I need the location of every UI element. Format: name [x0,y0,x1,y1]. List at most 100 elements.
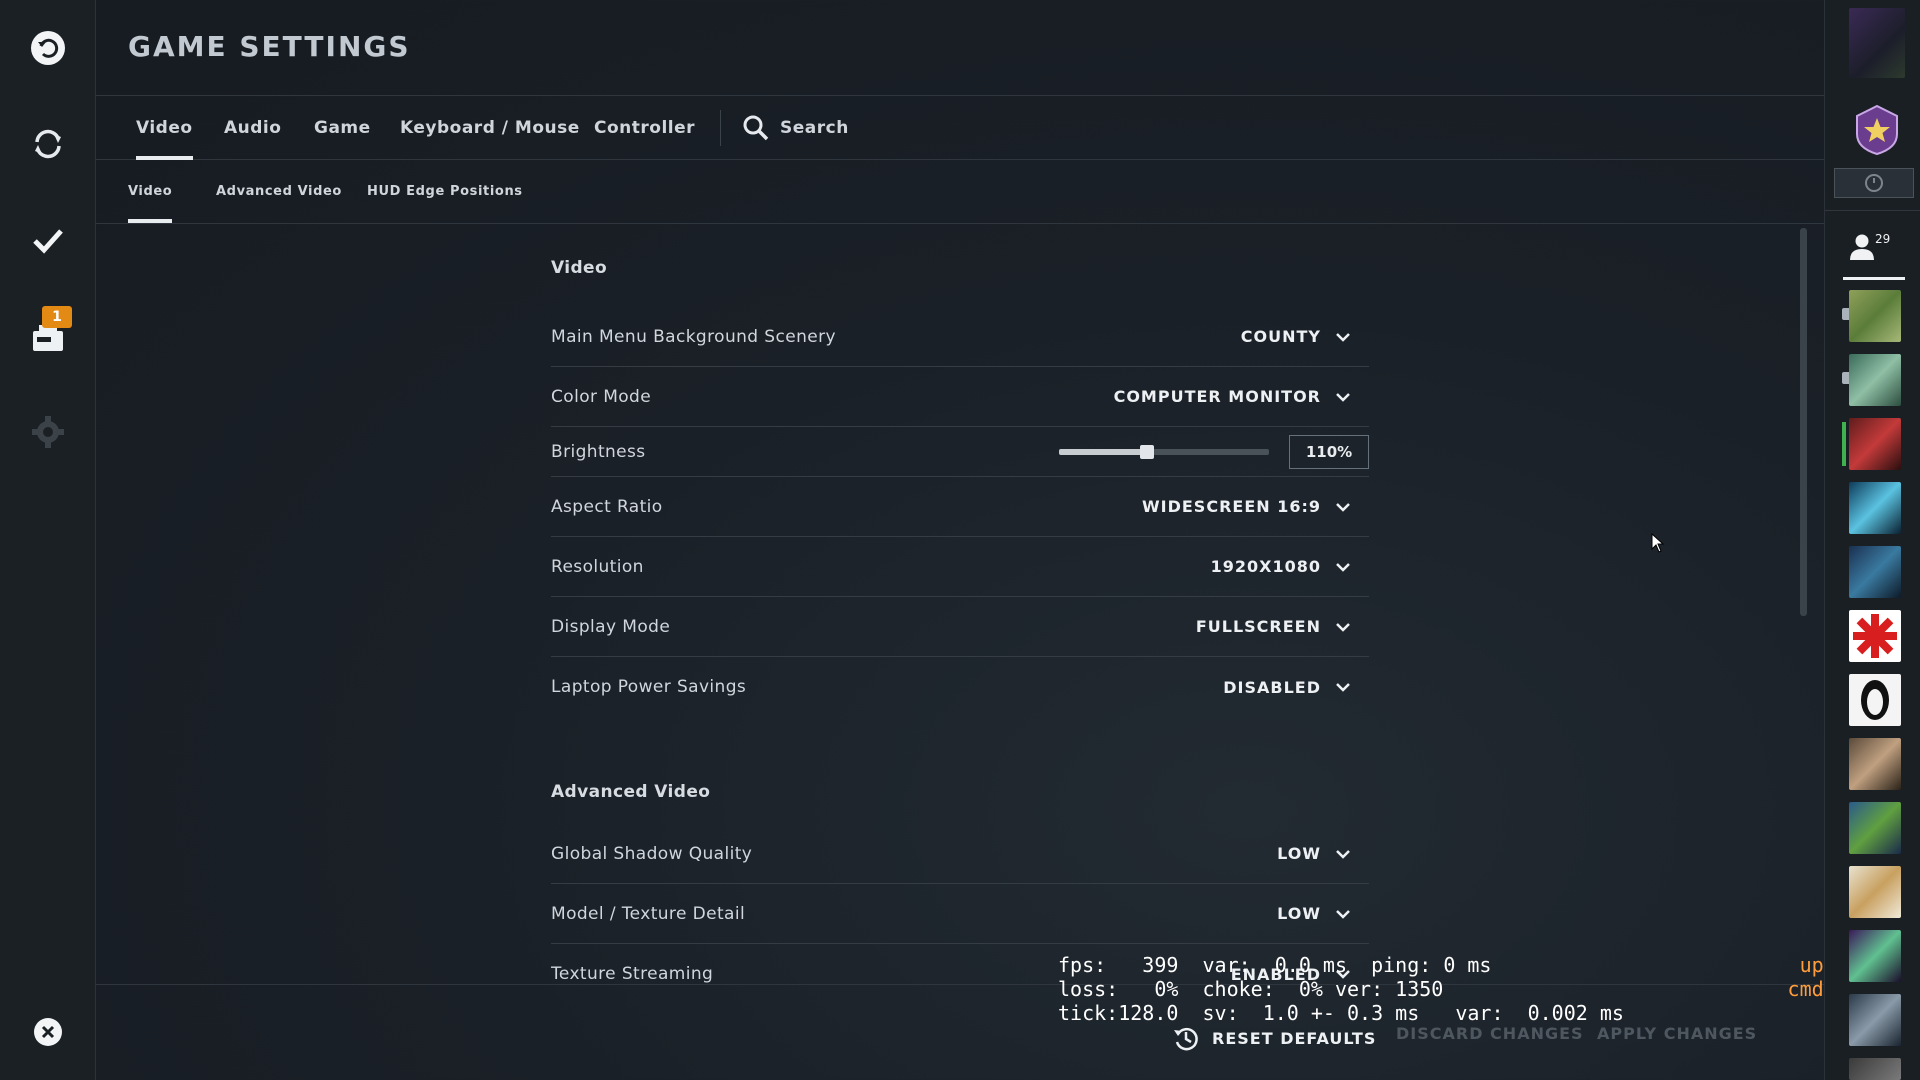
dropdown-value: COUNTY [1240,327,1321,346]
brightness-value-input[interactable]: 110% [1289,434,1369,469]
net-graph-line: tick:128.0 sv: 1.0 +- 0.3 ms var: 0.002 … [1058,1001,1624,1025]
setting-label: Aspect Ratio [551,496,663,517]
reset-defaults-button[interactable]: RESET DEFAULTS [1172,1024,1376,1052]
reset-history-icon [1174,1027,1198,1051]
setting-label: Main Menu Background Scenery [551,326,836,347]
back-arrow-icon[interactable] [24,24,72,72]
tab-video[interactable]: Video [136,96,193,160]
dropdown-value: WIDESCREEN 16:9 [1141,497,1321,516]
setting-row-global-shadow-quality[interactable]: Global Shadow Quality LOW [551,824,1369,884]
friends-count: 29 [1875,232,1891,246]
mouse-cursor-icon [1651,533,1665,553]
settings-content: Video Main Menu Background Scenery COUNT… [551,224,1369,984]
friend-avatar[interactable] [1849,610,1901,662]
friends-tab-indicator [1843,277,1905,280]
settings-gear-icon[interactable] [24,408,72,456]
friend-avatar[interactable] [1849,418,1901,470]
net-graph-overlay: fps: 399 var: 0.0 ms ping: 0 ms loss: 0% … [1058,953,1624,1025]
texture-detail-dropdown[interactable]: LOW [1277,904,1351,923]
tab-controller[interactable]: Controller [594,96,695,160]
refresh-icon[interactable] [24,120,72,168]
search-icon [743,115,769,141]
chevron-down-icon [1336,502,1350,512]
friend-avatar[interactable] [1849,290,1901,342]
left-nav-rail: 1 [0,0,96,1080]
brightness-slider-fill [1059,448,1148,455]
sub-tabs: Video Advanced Video HUD Edge Positions [96,160,1824,224]
tab-keyboard-mouse[interactable]: Keyboard / Mouse [400,96,580,160]
online-indicator [1842,422,1846,466]
person-icon [1850,234,1874,260]
search-label: Search [780,118,849,138]
discard-changes-button[interactable]: DISCARD CHANGES [1396,1024,1584,1043]
setting-row-laptop-power-savings[interactable]: Laptop Power Savings DISABLED [551,657,1369,717]
net-graph-line: loss: 0% choke: 0% ver: 1350 [1058,977,1444,1001]
brightness-slider-handle[interactable] [1140,444,1155,459]
check-icon[interactable] [24,216,72,264]
friends-count-button[interactable]: 29 [1847,232,1890,262]
color-mode-dropdown[interactable]: COMPUTER MONITOR [1114,387,1351,406]
dropdown-value: LOW [1277,844,1321,863]
setting-label: Global Shadow Quality [551,843,753,864]
main-tabs: Video Audio Game Keyboard / Mouse Contro… [96,95,1824,160]
setting-row-display-mode[interactable]: Display Mode FULLSCREEN [551,597,1369,657]
chevron-down-icon [1336,683,1350,692]
dropdown-value: 1920X1080 [1210,557,1321,576]
friend-avatar[interactable] [1849,674,1901,726]
setting-row-main-menu-background[interactable]: Main Menu Background Scenery COUNTY [551,307,1369,367]
background-scenery-dropdown[interactable]: COUNTY [1241,327,1351,346]
friend-avatar[interactable] [1849,802,1901,854]
chevron-down-icon [1336,392,1350,402]
setting-label: Laptop Power Savings [551,677,747,697]
setting-row-aspect-ratio[interactable]: Aspect Ratio WIDESCREEN 16:9 [551,477,1369,537]
face-avatar-icon [1861,680,1889,720]
close-icon[interactable] [24,1008,72,1056]
display-mode-dropdown[interactable]: FULLSCREEN [1196,617,1351,636]
aspect-ratio-dropdown[interactable]: WIDESCREEN 16:9 [1142,497,1351,516]
setting-row-model-texture-detail[interactable]: Model / Texture Detail LOW [551,884,1369,944]
content-scrollbar[interactable] [1800,228,1807,616]
red-cross-avatar-icon [1853,614,1897,658]
friend-avatar[interactable] [1849,546,1901,598]
subtab-video[interactable]: Video [128,160,173,223]
friends-sidebar: 29 [1824,0,1920,1080]
subtab-hud-edge-positions[interactable]: HUD Edge Positions [367,160,523,223]
friend-avatar[interactable] [1849,738,1901,790]
rank-emblem-icon[interactable] [1853,104,1901,156]
tab-game[interactable]: Game [314,96,371,160]
inventory-icon[interactable]: 1 [24,306,72,360]
setting-row-resolution[interactable]: Resolution 1920X1080 [551,537,1369,597]
chevron-down-icon [1336,849,1350,859]
search-button[interactable]: Search [742,96,849,160]
chevron-down-icon [1336,909,1350,919]
setting-row-brightness: Brightness 110% [551,427,1369,477]
laptop-power-savings-dropdown[interactable]: DISABLED [1223,678,1351,697]
brightness-slider[interactable] [1059,444,1269,459]
setting-label: Resolution [551,556,644,577]
setting-label: Brightness [551,441,646,462]
friend-avatar[interactable] [1849,482,1901,534]
resolution-dropdown[interactable]: 1920X1080 [1211,557,1351,576]
friend-avatar[interactable] [1849,354,1901,406]
friend-avatar[interactable] [1849,994,1901,1046]
clock-button[interactable] [1834,168,1914,198]
dropdown-value: DISABLED [1223,677,1321,697]
page-title: GAME SETTINGS [128,30,411,63]
dropdown-value: COMPUTER MONITOR [1113,387,1321,406]
setting-label: Display Mode [551,616,671,637]
friend-avatar[interactable] [1849,1058,1901,1080]
reset-defaults-label: RESET DEFAULTS [1212,1028,1377,1048]
player-avatar[interactable] [1849,8,1905,78]
dropdown-value: FULLSCREEN [1195,617,1321,636]
friend-avatar[interactable] [1849,866,1901,918]
net-graph-line: fps: 399 var: 0.0 ms ping: 0 ms [1058,953,1492,977]
friend-avatar[interactable] [1849,930,1901,982]
setting-row-color-mode[interactable]: Color Mode COMPUTER MONITOR [551,367,1369,427]
apply-changes-button[interactable]: APPLY CHANGES [1597,1024,1757,1043]
subtab-advanced-video[interactable]: Advanced Video [216,160,342,223]
tab-divider [720,110,721,146]
chevron-down-icon [1336,562,1350,572]
section-title-video: Video [551,258,608,278]
shadow-quality-dropdown[interactable]: LOW [1277,844,1351,863]
tab-audio[interactable]: Audio [224,96,281,160]
